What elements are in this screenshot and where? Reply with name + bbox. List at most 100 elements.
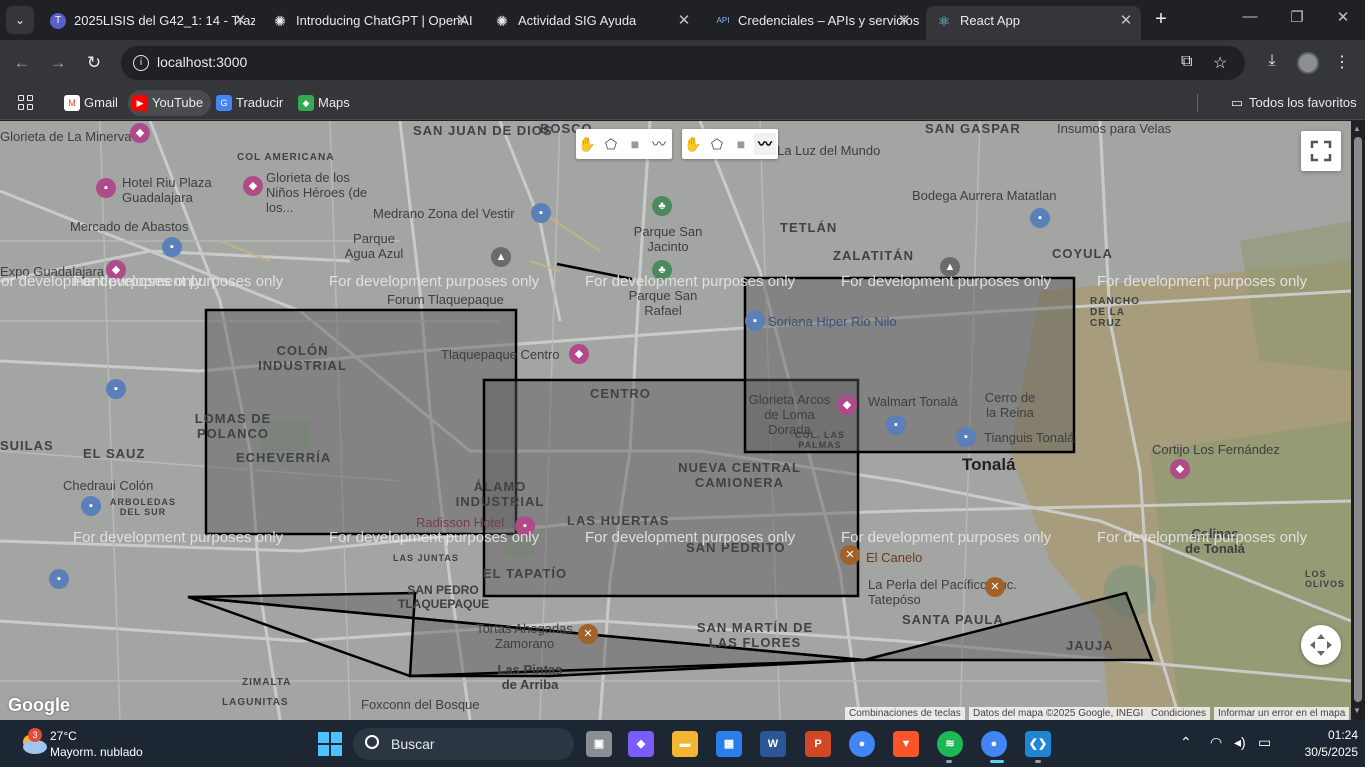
chrome-icon[interactable]: ● xyxy=(849,731,875,757)
close-window-icon[interactable]: ✕ xyxy=(1323,8,1363,26)
battery-icon[interactable]: ▭ xyxy=(1258,734,1271,751)
clock-time[interactable]: 01:24 xyxy=(1310,728,1358,742)
map-viewport[interactable]: SAN JUAN DE DIOS BOSCO SAN GASPAR COL AM… xyxy=(0,121,1365,720)
shopping-cart-icon[interactable]: ▪ xyxy=(162,237,182,257)
clock-date[interactable]: 30/5/2025 xyxy=(1290,745,1358,759)
landmark-icon[interactable]: ◆ xyxy=(130,123,150,143)
bookmarks-divider xyxy=(1197,94,1198,112)
browser-tab[interactable]: ✺ Introducing ChatGPT | OpenAI ✕ xyxy=(262,6,477,36)
restaurant-icon[interactable]: ✕ xyxy=(578,624,598,644)
menu-kebab-icon[interactable]: ⋮ xyxy=(1331,52,1353,72)
address-bar[interactable]: i localhost:3000 ⧉ ☆ xyxy=(121,46,1245,80)
forward-arrow-icon[interactable]: → xyxy=(45,50,71,76)
vscode-icon[interactable]: ❮❯ xyxy=(1025,731,1051,757)
spotify-icon[interactable]: ≋ xyxy=(937,731,963,757)
polygon-tool-icon[interactable]: ⬠ xyxy=(706,133,728,155)
hand-tool-icon[interactable]: ✋ xyxy=(682,133,704,155)
bookmark-youtube[interactable]: ▶ YouTube xyxy=(128,90,212,116)
new-tab-button[interactable]: + xyxy=(1150,8,1172,31)
shopping-bag-icon[interactable]: ▪ xyxy=(531,203,551,223)
place-label: Tianguis Tonalá xyxy=(984,430,1075,445)
fullscreen-button[interactable] xyxy=(1301,131,1341,171)
terms-link[interactable]: Condiciones xyxy=(1147,707,1211,720)
task-view-icon[interactable]: ▣ xyxy=(586,731,612,757)
tab-close-icon[interactable]: ✕ xyxy=(1117,6,1135,36)
restaurant-icon[interactable]: ✕ xyxy=(985,577,1005,597)
tray-chevron-icon[interactable]: ⌃ xyxy=(1180,734,1192,751)
browser-toolbar: ← → ↻ i localhost:3000 ⧉ ☆ ⤓ ⋮ xyxy=(0,40,1365,86)
windows-taskbar: 3 27°C Mayorm. nublado Buscar ▣ ◆ ▬ ▦ W … xyxy=(0,720,1365,767)
keyboard-shortcuts-link[interactable]: Combinaciones de teclas xyxy=(845,707,965,720)
brave-icon[interactable]: ▼ xyxy=(893,731,919,757)
url-text[interactable]: localhost:3000 xyxy=(157,54,247,70)
bookmark-maps[interactable]: ◆ Maps xyxy=(294,90,358,116)
store-icon[interactable]: ▦ xyxy=(716,731,742,757)
hotel-icon[interactable]: ▪ xyxy=(96,178,116,198)
monument-icon[interactable]: ◆ xyxy=(243,176,263,196)
shopping-cart-icon[interactable]: ▪ xyxy=(81,496,101,516)
camera-control-button[interactable] xyxy=(1301,625,1341,665)
scrollbar-thumb[interactable] xyxy=(1354,137,1362,702)
site-info-icon[interactable]: i xyxy=(133,55,149,71)
install-app-icon[interactable]: ⧉ xyxy=(1181,53,1192,71)
bookmark-gmail[interactable]: M Gmail xyxy=(60,90,126,116)
tab-close-icon[interactable]: ✕ xyxy=(231,6,249,36)
browser-tab[interactable]: ✺ Actividad SIG Ayuda ✕ xyxy=(484,6,699,36)
hand-tool-icon[interactable]: ✋ xyxy=(576,133,598,155)
restaurant-icon[interactable]: ✕ xyxy=(840,545,860,565)
volume-icon[interactable]: ◂) xyxy=(1234,734,1246,751)
shopping-cart-icon[interactable]: ▪ xyxy=(956,427,976,447)
profile-avatar[interactable] xyxy=(1297,52,1319,74)
place-label: El Canelo xyxy=(866,550,923,565)
shopping-cart-icon[interactable]: ▪ xyxy=(745,311,765,331)
rectangle-tool-icon[interactable]: ■ xyxy=(624,133,646,155)
shopping-cart-icon[interactable]: ▪ xyxy=(1030,208,1050,228)
page-scrollbar[interactable]: ▲ ▼ xyxy=(1351,121,1365,720)
report-error-link[interactable]: Informar un error en el mapa xyxy=(1214,707,1350,720)
tab-close-icon[interactable]: ✕ xyxy=(453,6,471,36)
taskbar-search[interactable]: Buscar xyxy=(353,728,574,760)
weather-widget[interactable]: 3 xyxy=(18,728,50,756)
file-explorer-icon[interactable]: ▬ xyxy=(672,731,698,757)
landmark-icon[interactable]: ◆ xyxy=(837,395,857,415)
download-icon[interactable]: ⤓ xyxy=(1261,52,1283,70)
openai-icon: ✺ xyxy=(496,13,508,29)
restore-icon[interactable]: ❐ xyxy=(1277,8,1317,26)
tab-close-icon[interactable]: ✕ xyxy=(895,6,913,36)
neighborhood-label: SAN JUAN DE DIOS xyxy=(413,123,553,138)
api-icon: API xyxy=(716,16,730,25)
bookmark-star-icon[interactable]: ☆ xyxy=(1213,53,1227,73)
browser-tab[interactable]: API Credenciales – APIs y servicios ✕ xyxy=(704,6,919,36)
shopping-bag-icon[interactable]: ▪ xyxy=(49,569,69,589)
browser-tab-active[interactable]: ⚛ React App ✕ xyxy=(926,6,1141,40)
info-icon[interactable]: ▪ xyxy=(106,379,126,399)
browser-tab[interactable]: T 2025LISIS del G42_1: 14 - Traz ✕ xyxy=(40,6,255,36)
polygon-tool-icon[interactable]: ⬠ xyxy=(600,133,622,155)
polyline-tool-icon[interactable]: 〰 xyxy=(648,133,670,155)
dev-watermark: For development purposes only xyxy=(73,273,284,290)
powerpoint-icon[interactable]: P xyxy=(805,731,831,757)
word-icon[interactable]: W xyxy=(760,731,786,757)
scroll-down-icon[interactable]: ▼ xyxy=(1353,706,1361,715)
scroll-up-icon[interactable]: ▲ xyxy=(1353,124,1361,133)
all-bookmarks-folder[interactable]: ▭ Todos los favoritos xyxy=(1225,90,1361,116)
landmark-icon[interactable]: ◆ xyxy=(1170,459,1190,479)
bookmark-traducir[interactable]: G Traducir xyxy=(212,90,291,116)
chrome-icon[interactable]: ● xyxy=(981,731,1007,757)
windows-start-icon[interactable] xyxy=(318,732,342,756)
polyline-tool-icon[interactable]: 〰 xyxy=(754,133,776,155)
copilot-icon[interactable]: ◆ xyxy=(628,731,654,757)
shopping-bag-icon[interactable]: ▪ xyxy=(886,415,906,435)
back-arrow-icon[interactable]: ← xyxy=(9,50,35,76)
wifi-icon[interactable]: ◠ xyxy=(1210,734,1222,751)
minimize-icon[interactable]: — xyxy=(1230,8,1270,25)
tab-title: React App xyxy=(960,13,1020,28)
park-icon[interactable]: ♣ xyxy=(652,196,672,216)
tab-close-icon[interactable]: ✕ xyxy=(675,6,693,36)
rectangle-tool-icon[interactable]: ■ xyxy=(730,133,752,155)
reload-icon[interactable]: ↻ xyxy=(81,50,107,76)
apps-grid-icon[interactable] xyxy=(18,95,34,111)
school-icon[interactable]: ▲ xyxy=(491,247,511,267)
landmark-icon[interactable]: ◆ xyxy=(569,344,589,364)
tab-search-button[interactable]: ⌄ xyxy=(6,6,34,34)
